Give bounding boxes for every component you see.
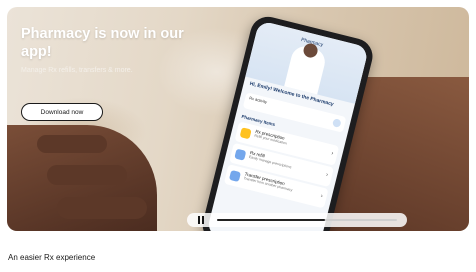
hero-headline: Pharmacy is now in our app! [21, 26, 184, 60]
refill-icon [234, 148, 247, 161]
pause-icon[interactable] [197, 216, 205, 224]
hero-banner: Pharmacy Hi, Emily! Welcome to the Pharm… [7, 7, 469, 231]
section-caption: An easier Rx experience [8, 253, 96, 262]
chevron-right-icon: › [325, 172, 329, 179]
video-progress-fill [217, 219, 325, 221]
card-title: Rx activity [248, 95, 268, 105]
hero-subline: Manage Rx refills, transfers & more. [21, 67, 133, 74]
chevron-right-icon: › [319, 193, 324, 200]
chevron-right-icon: › [330, 150, 334, 158]
rx-icon [331, 118, 342, 128]
download-now-button[interactable]: Download now [21, 103, 103, 121]
transfer-icon [228, 169, 242, 183]
pill-icon [239, 127, 252, 140]
hero-text: Pharmacy is now in our app! Manage Rx re… [21, 25, 201, 74]
video-controls [187, 213, 407, 227]
video-progress-bar[interactable] [217, 219, 397, 221]
